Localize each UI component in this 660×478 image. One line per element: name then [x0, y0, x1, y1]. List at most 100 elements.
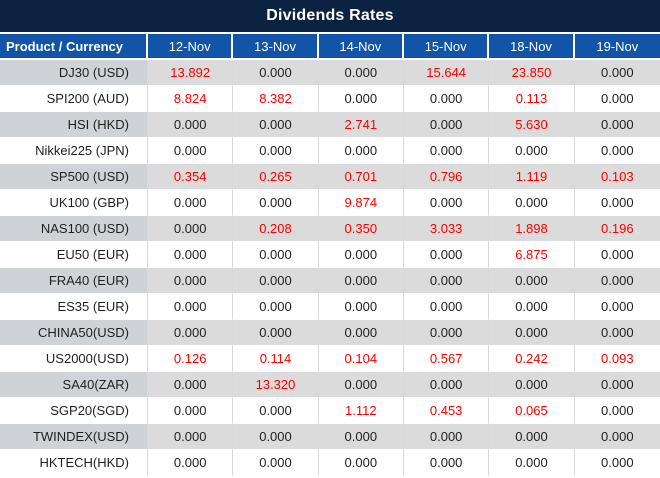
- value-cell: 23.850: [489, 60, 575, 86]
- value-cell: 0.000: [489, 320, 575, 346]
- value-cell: 0.000: [574, 320, 660, 346]
- value-cell: 0.000: [403, 190, 490, 216]
- value-cell: 8.824: [148, 86, 234, 112]
- value-cell: 0.000: [148, 112, 234, 138]
- value-cell: 0.000: [148, 320, 234, 346]
- product-cell: HKTECH(HKD): [0, 450, 148, 476]
- table-row: ES35 (EUR) 0.000 0.000 0.000 0.000 0.000 0.000: [0, 294, 660, 320]
- header-date-col-3: 14-Nov: [318, 34, 404, 60]
- product-cell: FRA40 (EUR): [0, 268, 148, 294]
- value-cell: 0.114: [233, 346, 319, 372]
- product-cell: NAS100 (USD): [0, 216, 148, 242]
- table-row: SPI200 (AUD) 8.824 8.382 0.000 0.000 0.113 0.0…: [0, 86, 660, 112]
- value-cell: 0.000: [233, 320, 319, 346]
- header-row: Product / Currency 12-Nov 13-Nov 14-Nov 15-N…: [0, 34, 660, 60]
- value-cell: 0.113: [489, 86, 575, 112]
- dividends-rates-widget: Dividends Rates Product / Currency 12-Nov…: [0, 0, 660, 476]
- value-cell: 0.093: [574, 346, 660, 372]
- value-cell: 0.208: [233, 216, 319, 242]
- value-cell: 0.000: [318, 242, 404, 268]
- value-cell: 0.265: [233, 164, 319, 190]
- table-row: SP500 (USD) 0.354 0.265 0.701 0.796 1.119 0.10…: [0, 164, 660, 190]
- value-cell: 0.000: [574, 242, 660, 268]
- value-cell: 0.103: [574, 164, 660, 190]
- value-cell: 0.000: [574, 112, 660, 138]
- value-cell: 0.000: [148, 450, 234, 476]
- value-cell: 1.119: [489, 164, 575, 190]
- product-cell: TWINDEX(USD): [0, 424, 148, 450]
- value-cell: 0.354: [148, 164, 234, 190]
- value-cell: 0.000: [233, 138, 319, 164]
- table-row: NAS100 (USD) 0.000 0.208 0.350 3.033 1.898 0.1…: [0, 216, 660, 242]
- value-cell: 0.000: [233, 190, 319, 216]
- value-cell: 0.000: [574, 424, 660, 450]
- value-cell: 0.000: [318, 372, 404, 398]
- table-row: HSI (HKD) 0.000 0.000 2.741 0.000 5.630 0.000: [0, 112, 660, 138]
- value-cell: 0.000: [574, 268, 660, 294]
- value-cell: 0.065: [489, 398, 575, 424]
- table-row: SGP20(SGD) 0.000 0.000 1.112 0.453 0.065 0.000: [0, 398, 660, 424]
- value-cell: 0.000: [233, 112, 319, 138]
- header-date-col-1: 12-Nov: [148, 34, 234, 60]
- value-cell: 15.644: [403, 60, 490, 86]
- value-cell: 0.000: [403, 242, 490, 268]
- value-cell: 0.000: [403, 372, 490, 398]
- table-title: Dividends Rates: [0, 0, 660, 32]
- product-cell: SP500 (USD): [0, 164, 148, 190]
- value-cell: 13.320: [233, 372, 319, 398]
- value-cell: 0.000: [148, 294, 234, 320]
- value-cell: 0.000: [233, 398, 319, 424]
- value-cell: 0.000: [403, 112, 490, 138]
- product-cell: US2000(USD): [0, 346, 148, 372]
- value-cell: 0.000: [233, 60, 319, 86]
- product-cell: SA40(ZAR): [0, 372, 148, 398]
- value-cell: 0.701: [318, 164, 404, 190]
- value-cell: 0.350: [318, 216, 404, 242]
- value-cell: 0.000: [318, 450, 404, 476]
- value-cell: 0.000: [574, 190, 660, 216]
- value-cell: 0.000: [148, 216, 234, 242]
- value-cell: 0.796: [403, 164, 490, 190]
- value-cell: 8.382: [233, 86, 319, 112]
- value-cell: 0.000: [233, 268, 319, 294]
- value-cell: 0.000: [233, 294, 319, 320]
- product-cell: ES35 (EUR): [0, 294, 148, 320]
- product-cell: Nikkei225 (JPN): [0, 138, 148, 164]
- value-cell: 0.000: [574, 60, 660, 86]
- value-cell: 0.000: [403, 294, 490, 320]
- product-cell: DJ30 (USD): [0, 60, 148, 86]
- table-row: SA40(ZAR) 0.000 13.320 0.000 0.000 0.000 0.000: [0, 372, 660, 398]
- table-row: TWINDEX(USD) 0.000 0.000 0.000 0.000 0.000 0.0…: [0, 424, 660, 450]
- value-cell: 6.875: [489, 242, 575, 268]
- product-cell: EU50 (EUR): [0, 242, 148, 268]
- value-cell: 1.112: [318, 398, 404, 424]
- value-cell: 0.000: [403, 450, 490, 476]
- value-cell: 0.000: [403, 268, 490, 294]
- value-cell: 0.000: [233, 242, 319, 268]
- value-cell: 5.630: [489, 112, 575, 138]
- table-row: EU50 (EUR) 0.000 0.000 0.000 0.000 6.875 0.000: [0, 242, 660, 268]
- table-row: US2000(USD) 0.126 0.114 0.104 0.567 0.242 0.09…: [0, 346, 660, 372]
- table-row: HKTECH(HKD) 0.000 0.000 0.000 0.000 0.000 0.00…: [0, 450, 660, 476]
- header-date-col-5: 18-Nov: [489, 34, 575, 60]
- value-cell: 0.000: [574, 86, 660, 112]
- value-cell: 0.000: [403, 320, 490, 346]
- value-cell: 0.000: [574, 450, 660, 476]
- value-cell: 3.033: [403, 216, 490, 242]
- value-cell: 0.000: [318, 424, 404, 450]
- value-cell: 0.104: [318, 346, 404, 372]
- value-cell: 0.000: [318, 138, 404, 164]
- header-date-col-4: 15-Nov: [403, 34, 490, 60]
- table-row: UK100 (GBP) 0.000 0.000 9.874 0.000 0.000 0.00…: [0, 190, 660, 216]
- value-cell: 9.874: [318, 190, 404, 216]
- value-cell: 0.453: [403, 398, 490, 424]
- value-cell: 0.000: [489, 372, 575, 398]
- value-cell: 0.000: [489, 450, 575, 476]
- product-cell: CHINA50(USD): [0, 320, 148, 346]
- value-cell: 0.000: [489, 294, 575, 320]
- value-cell: 0.000: [318, 268, 404, 294]
- value-cell: 0.000: [318, 320, 404, 346]
- table-row: FRA40 (EUR) 0.000 0.000 0.000 0.000 0.000 0.00…: [0, 268, 660, 294]
- dividends-table: Product / Currency 12-Nov 13-Nov 14-Nov 15-N…: [0, 34, 660, 476]
- value-cell: 0.000: [148, 424, 234, 450]
